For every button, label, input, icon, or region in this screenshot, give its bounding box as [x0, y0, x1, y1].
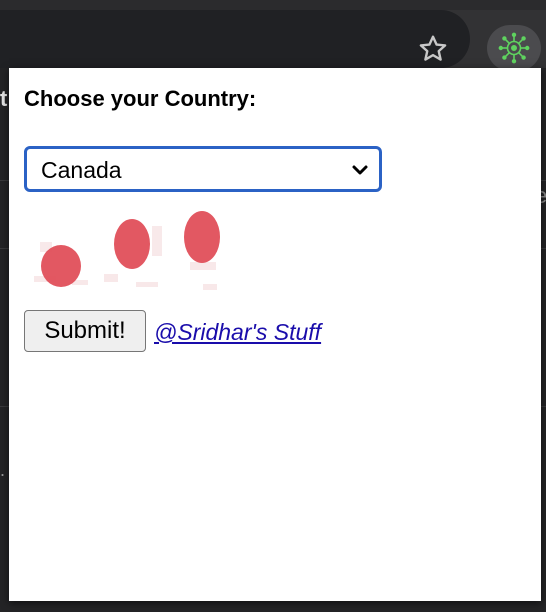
country-select[interactable]: Canada: [24, 146, 382, 192]
background-text: t: [0, 86, 8, 111]
popup-heading: Choose your Country:: [24, 86, 257, 111]
virus-icon: [498, 32, 530, 64]
browser-window: t e . Choose your Country: Canada: [0, 0, 546, 612]
credit-link[interactable]: @Sridhar's Stuff: [154, 319, 321, 346]
captcha-image: [34, 211, 220, 290]
browser-toolbar: [0, 10, 546, 71]
chevron-down-icon: [352, 165, 368, 175]
submit-button[interactable]: Submit!: [24, 310, 146, 352]
selected-country: Canada: [41, 157, 122, 183]
tab-strip: [0, 0, 546, 10]
extension-popup: Choose your Country: Canada Submit! @Sri…: [9, 68, 541, 601]
captcha-dots: [41, 211, 220, 287]
extension-button[interactable]: [487, 25, 541, 71]
address-bar[interactable]: [0, 10, 470, 68]
background-text: .: [0, 460, 6, 480]
star-icon[interactable]: [417, 33, 449, 65]
